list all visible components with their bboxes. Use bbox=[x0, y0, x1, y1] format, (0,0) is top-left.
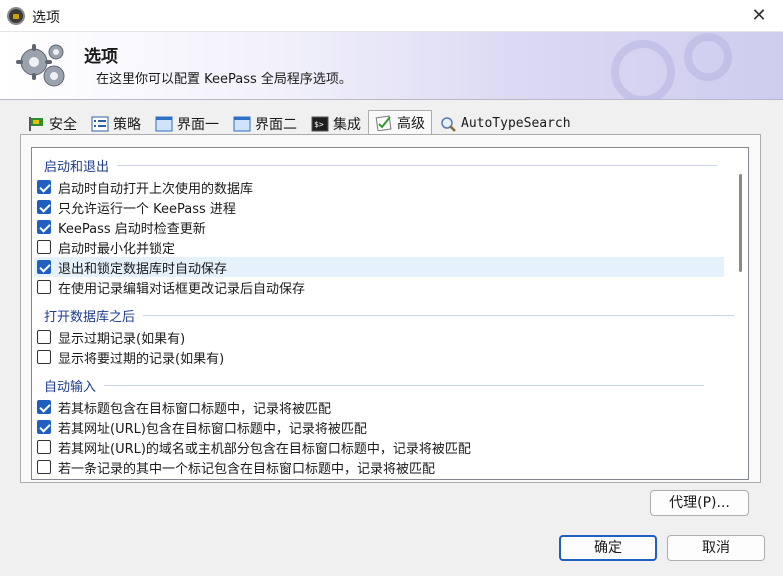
group-header: 自动输入 bbox=[34, 375, 705, 395]
vertical-scrollbar[interactable] bbox=[734, 148, 748, 479]
option-checkbox[interactable] bbox=[37, 200, 51, 214]
cancel-button[interactable]: 取消 bbox=[667, 535, 765, 561]
option-label: 若其标题包含在目标窗口标题中，记录将被匹配 bbox=[58, 401, 332, 417]
option-row[interactable]: 若其网址(URL)的域名或主机部分包含在目标窗口标题中，记录将被匹配 bbox=[34, 437, 724, 457]
tab-label: 安全 bbox=[49, 116, 77, 133]
option-label: 启动时最小化并锁定 bbox=[58, 241, 176, 257]
option-label: KeePass 启动时检查更新 bbox=[58, 221, 206, 237]
title-bar: 选项 ✕ bbox=[0, 0, 783, 32]
banner-subtitle: 在这里你可以配置 KeePass 全局程序选项。 bbox=[96, 72, 352, 87]
tab-label: 策略 bbox=[113, 116, 141, 133]
scrollbar-thumb[interactable] bbox=[739, 174, 742, 272]
option-label: 若一条记录的其中一个标记包含在目标窗口标题中，记录将被匹配 bbox=[58, 461, 436, 477]
option-row[interactable]: 若一条记录的其中一个标记包含在目标窗口标题中，记录将被匹配 bbox=[34, 457, 724, 477]
advanced-tab-panel: 启动和退出启动时自动打开上次使用的数据库 只允许运行一个 KeePass 进程 Ke… bbox=[20, 134, 761, 483]
option-checkbox[interactable] bbox=[37, 400, 51, 414]
group-header: 打开数据库之后 bbox=[34, 305, 744, 325]
option-row[interactable] bbox=[34, 477, 724, 479]
option-checkbox[interactable] bbox=[37, 260, 51, 274]
options-tabs: 安全 策略 界面一 界面二 $> 集成 高级 AutoTypeSearch bbox=[20, 110, 578, 135]
option-checkbox[interactable] bbox=[37, 420, 51, 434]
close-button[interactable]: ✕ bbox=[747, 4, 771, 28]
tab-6[interactable]: 高级 bbox=[368, 110, 432, 135]
option-row[interactable]: 退出和锁定数据库时自动保存 bbox=[34, 257, 724, 277]
tab-4[interactable]: 界面二 bbox=[226, 112, 304, 135]
window-icon bbox=[233, 116, 251, 132]
option-label: 只允许运行一个 KeePass 进程 bbox=[58, 201, 236, 217]
option-row[interactable]: 启动时自动打开上次使用的数据库 bbox=[34, 177, 724, 197]
tab-2[interactable]: 策略 bbox=[84, 112, 148, 135]
group-header-label: 自动输入 bbox=[44, 379, 97, 395]
option-row[interactable]: KeePass 启动时检查更新 bbox=[34, 217, 724, 237]
option-checkbox[interactable] bbox=[37, 180, 51, 194]
option-checkbox[interactable] bbox=[37, 350, 51, 364]
option-checkbox[interactable] bbox=[37, 240, 51, 254]
checklist-icon bbox=[375, 115, 393, 131]
group-divider bbox=[104, 384, 705, 386]
window-icon bbox=[155, 116, 173, 132]
tab-7[interactable]: AutoTypeSearch bbox=[432, 112, 578, 135]
proxy-button[interactable]: 代理(P)... bbox=[650, 490, 749, 516]
option-label: 显示过期记录(如果有) bbox=[58, 331, 186, 347]
security-flag-icon bbox=[27, 116, 45, 132]
option-row[interactable]: 若其标题包含在目标窗口标题中，记录将被匹配 bbox=[34, 397, 724, 417]
option-label: 若其网址(URL)包含在目标窗口标题中，记录将被匹配 bbox=[58, 421, 367, 437]
window-title: 选项 bbox=[32, 10, 60, 26]
option-checkbox[interactable] bbox=[37, 330, 51, 344]
option-row[interactable]: 显示将要过期的记录(如果有) bbox=[34, 347, 724, 367]
option-checkbox[interactable] bbox=[37, 280, 51, 294]
tab-1[interactable]: 安全 bbox=[20, 112, 84, 135]
tab-label: 集成 bbox=[333, 116, 361, 133]
tab-label: AutoTypeSearch bbox=[461, 116, 571, 131]
tab-label: 高级 bbox=[397, 115, 425, 132]
background-gears-icon bbox=[611, 33, 732, 99]
option-label: 显示将要过期的记录(如果有) bbox=[58, 351, 225, 367]
tab-label: 界面一 bbox=[177, 116, 219, 133]
group-divider bbox=[143, 314, 744, 316]
policy-list-icon bbox=[91, 116, 109, 132]
group-divider bbox=[117, 164, 718, 166]
option-checkbox[interactable] bbox=[37, 460, 51, 474]
group-header: 启动和退出 bbox=[34, 155, 718, 175]
keepass-lock-icon bbox=[7, 7, 25, 25]
group-header-label: 打开数据库之后 bbox=[44, 309, 136, 325]
option-row[interactable]: 若其网址(URL)包含在目标窗口标题中，记录将被匹配 bbox=[34, 417, 724, 437]
header-banner: 选项 在这里你可以配置 KeePass 全局程序选项。 bbox=[0, 32, 783, 100]
option-row[interactable]: 只允许运行一个 KeePass 进程 bbox=[34, 197, 724, 217]
tab-5[interactable]: $> 集成 bbox=[304, 112, 368, 135]
option-checkbox[interactable] bbox=[37, 440, 51, 454]
option-label: 启动时自动打开上次使用的数据库 bbox=[58, 181, 254, 197]
option-checkbox[interactable] bbox=[37, 220, 51, 234]
tab-3[interactable]: 界面一 bbox=[148, 112, 226, 135]
gears-icon bbox=[16, 44, 65, 87]
option-label: 退出和锁定数据库时自动保存 bbox=[58, 261, 228, 277]
option-row[interactable]: 启动时最小化并锁定 bbox=[34, 237, 724, 257]
banner-title: 选项 bbox=[84, 47, 118, 67]
option-label: 若其网址(URL)的域名或主机部分包含在目标窗口标题中，记录将被匹配 bbox=[58, 441, 471, 457]
group-header-label: 启动和退出 bbox=[44, 159, 110, 175]
magnifier-icon bbox=[439, 116, 457, 132]
console-icon: $> bbox=[311, 116, 329, 132]
option-label: 在使用记录编辑对话框更改记录后自动保存 bbox=[58, 281, 306, 297]
option-row[interactable]: 显示过期记录(如果有) bbox=[34, 327, 724, 347]
option-row[interactable]: 在使用记录编辑对话框更改记录后自动保存 bbox=[34, 277, 724, 297]
svg-text:$>: $> bbox=[314, 120, 324, 129]
ok-button[interactable]: 确定 bbox=[559, 535, 657, 561]
tab-label: 界面二 bbox=[255, 116, 297, 133]
advanced-options-list[interactable]: 启动和退出启动时自动打开上次使用的数据库 只允许运行一个 KeePass 进程 Ke… bbox=[31, 147, 749, 480]
